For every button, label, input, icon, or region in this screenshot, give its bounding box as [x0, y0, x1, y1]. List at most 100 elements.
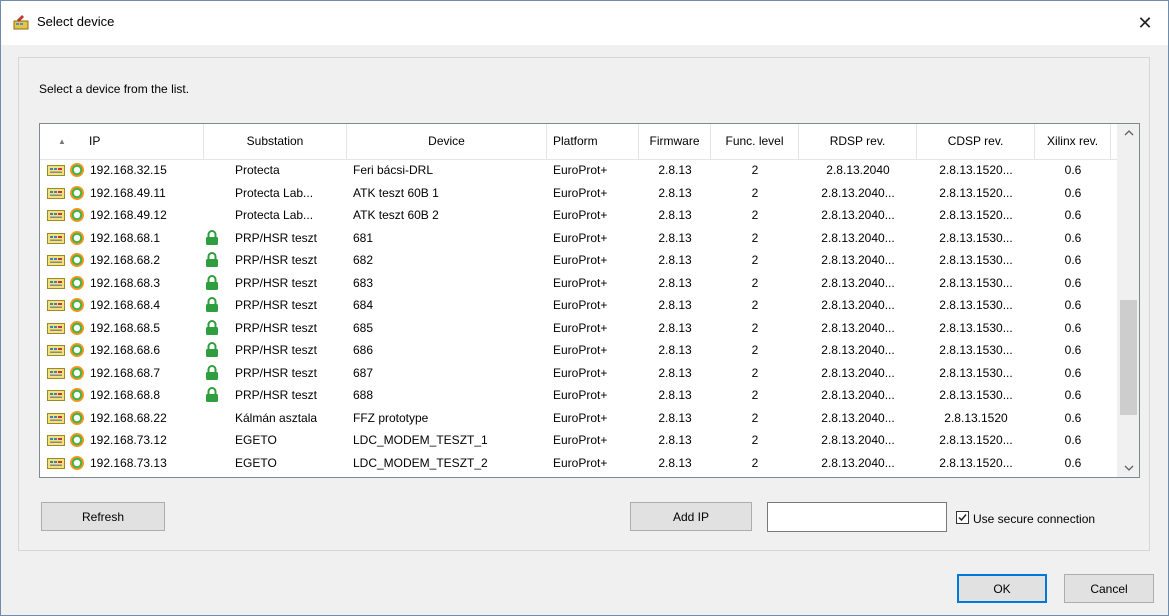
status-ring-icon	[69, 185, 85, 201]
status-ring-icon	[69, 207, 85, 223]
cell-platform: EuroProt+	[553, 433, 608, 447]
cell-substation: PRP/HSR teszt	[235, 388, 318, 402]
cell-firmware: 2.8.13	[658, 185, 692, 200]
cell-xilinx: 0.6	[1064, 163, 1082, 177]
cell-device: LDC_MODEM_TESZT_1	[353, 433, 488, 447]
table-row[interactable]: 192.168.68.4 PRP/HSR teszt 684 EuroProt+ 2.8…	[40, 294, 1118, 317]
column-header-firmware[interactable]: Firmware	[639, 124, 711, 159]
cell-cdsp: 2.8.13.1520...	[939, 208, 1013, 222]
cell-func: 2	[751, 275, 759, 290]
cell-firmware: 2.8.13	[658, 455, 692, 470]
cell-func: 2	[751, 388, 759, 402]
cell-ip: 192.168.49.11	[90, 185, 166, 200]
cell-rdsp: 2.8.13.2040...	[821, 410, 895, 425]
cell-cdsp: 2.8.13.1530...	[939, 253, 1013, 267]
cell-rdsp: 2.8.13.2040...	[821, 455, 895, 470]
table-row[interactable]: 192.168.68.6 PRP/HSR teszt 686 EuroProt+ 2.8…	[40, 339, 1118, 362]
cell-func: 2	[751, 163, 759, 177]
device-module-icon	[47, 390, 65, 401]
table-row[interactable]: 192.168.73.13 EGETO LDC_MODEM_TESZT_2 EuroP…	[40, 452, 1118, 475]
cell-cdsp: 2.8.13.1530...	[939, 388, 1013, 402]
cell-firmware: 2.8.13	[658, 410, 692, 425]
table-row[interactable]: 192.168.68.5 PRP/HSR teszt 685 EuroProt+ 2.8…	[40, 317, 1118, 340]
table-row[interactable]: 192.168.49.12 Protecta Lab... ATK teszt 60…	[40, 204, 1118, 227]
cell-firmware: 2.8.13	[658, 388, 692, 402]
scroll-down-arrow-icon[interactable]	[1118, 459, 1139, 477]
cell-rdsp: 2.8.13.2040...	[821, 365, 895, 380]
cell-firmware: 2.8.13	[658, 343, 692, 357]
cell-ip: 192.168.68.6	[90, 343, 161, 357]
cell-firmware: 2.8.13	[658, 253, 692, 267]
table-row[interactable]: 192.168.68.22 Kálmán asztala FFZ prototype…	[40, 407, 1118, 430]
list-header: ▲ IP Substation Device Platform Firmware…	[40, 124, 1118, 160]
cell-cdsp: 2.8.13.1520...	[939, 163, 1013, 177]
cell-platform: EuroProt+	[553, 185, 608, 200]
cell-ip: 192.168.68.7	[90, 365, 161, 380]
cell-platform: EuroProt+	[553, 253, 608, 267]
cell-substation: PRP/HSR teszt	[235, 365, 318, 380]
lock-icon	[205, 229, 219, 246]
table-row[interactable]: 192.168.49.11 Protecta Lab... ATK teszt 60…	[40, 182, 1118, 205]
cell-cdsp: 2.8.13.1530...	[939, 365, 1013, 380]
cell-func: 2	[751, 410, 759, 425]
cell-func: 2	[751, 230, 759, 245]
table-row[interactable]: 192.168.68.1 PRP/HSR teszt 681 EuroProt+ 2.8…	[40, 227, 1118, 250]
column-header-xilinx[interactable]: Xilinx rev.	[1035, 124, 1111, 159]
vertical-scrollbar[interactable]	[1117, 124, 1139, 477]
cell-func: 2	[751, 455, 759, 470]
cell-substation: EGETO	[235, 455, 277, 470]
column-header-ip[interactable]: ▲ IP	[40, 124, 204, 159]
checkmark-icon	[958, 514, 967, 522]
scroll-up-arrow-icon[interactable]	[1118, 124, 1139, 142]
column-header-cdsp[interactable]: CDSP rev.	[917, 124, 1035, 159]
instruction-text: Select a device from the list.	[39, 82, 190, 96]
column-header-rdsp[interactable]: RDSP rev.	[799, 124, 917, 159]
cell-cdsp: 2.8.13.1520...	[939, 433, 1013, 447]
cell-func: 2	[751, 253, 759, 267]
column-header-platform[interactable]: Platform	[547, 124, 639, 159]
table-row[interactable]: 192.168.32.15 Protecta Feri bácsi-DRL EuroP…	[40, 159, 1118, 182]
cell-cdsp: 2.8.13.1520	[944, 410, 1008, 425]
cell-ip: 192.168.32.15	[90, 163, 167, 177]
cell-firmware: 2.8.13	[658, 275, 692, 290]
app-icon	[13, 15, 29, 30]
cell-platform: EuroProt+	[553, 275, 608, 290]
table-row[interactable]: 192.168.68.8 PRP/HSR teszt 688 EuroProt+ 2.8…	[40, 384, 1118, 407]
cell-substation: PRP/HSR teszt	[235, 275, 318, 290]
add-ip-button[interactable]: Add IP	[630, 502, 752, 531]
cell-platform: EuroProt+	[553, 365, 608, 380]
cell-firmware: 2.8.13	[658, 208, 692, 222]
device-list[interactable]: ▲ IP Substation Device Platform Firmware…	[39, 123, 1140, 478]
status-ring-icon	[69, 342, 85, 358]
cell-platform: EuroProt+	[553, 410, 608, 425]
ip-address-input[interactable]	[767, 502, 947, 532]
cell-ip: 192.168.49.12	[90, 208, 167, 222]
column-header-device[interactable]: Device	[347, 124, 547, 159]
cell-rdsp: 2.8.13.2040...	[821, 230, 895, 245]
cell-xilinx: 0.6	[1064, 343, 1082, 357]
cell-rdsp: 2.8.13.2040...	[821, 388, 895, 402]
secure-connection-checkbox[interactable]	[956, 511, 969, 524]
table-row[interactable]: 192.168.68.3 PRP/HSR teszt 683 EuroProt+ 2.8…	[40, 272, 1118, 295]
ok-button[interactable]: OK	[957, 574, 1047, 603]
cell-ip: 192.168.68.3	[90, 275, 161, 290]
dialog-window: Select device ✕ Select a device from the…	[0, 0, 1169, 616]
lock-icon	[205, 252, 219, 268]
lock-icon	[205, 274, 219, 291]
cell-device: 685	[353, 320, 374, 335]
table-row[interactable]: 192.168.68.2 PRP/HSR teszt 682 EuroProt+ 2.8…	[40, 249, 1118, 272]
refresh-button[interactable]: Refresh	[41, 502, 165, 531]
scrollbar-thumb[interactable]	[1120, 300, 1137, 415]
table-row[interactable]: 192.168.68.7 PRP/HSR teszt 687 EuroProt+ 2.8…	[40, 362, 1118, 385]
title-bar: Select device ✕	[1, 1, 1168, 45]
column-header-func-level[interactable]: Func. level	[711, 124, 799, 159]
cell-device: 682	[353, 253, 374, 267]
table-row[interactable]: 192.168.73.12 EGETO LDC_MODEM_TESZT_1 EuroP…	[40, 429, 1118, 452]
close-button[interactable]: ✕	[1122, 1, 1168, 45]
cell-xilinx: 0.6	[1064, 320, 1082, 335]
cell-ip: 192.168.68.5	[90, 320, 161, 335]
cancel-button[interactable]: Cancel	[1064, 574, 1154, 603]
cell-ip: 192.168.68.1	[90, 230, 161, 245]
column-header-substation[interactable]: Substation	[204, 124, 347, 159]
cell-func: 2	[751, 433, 759, 447]
